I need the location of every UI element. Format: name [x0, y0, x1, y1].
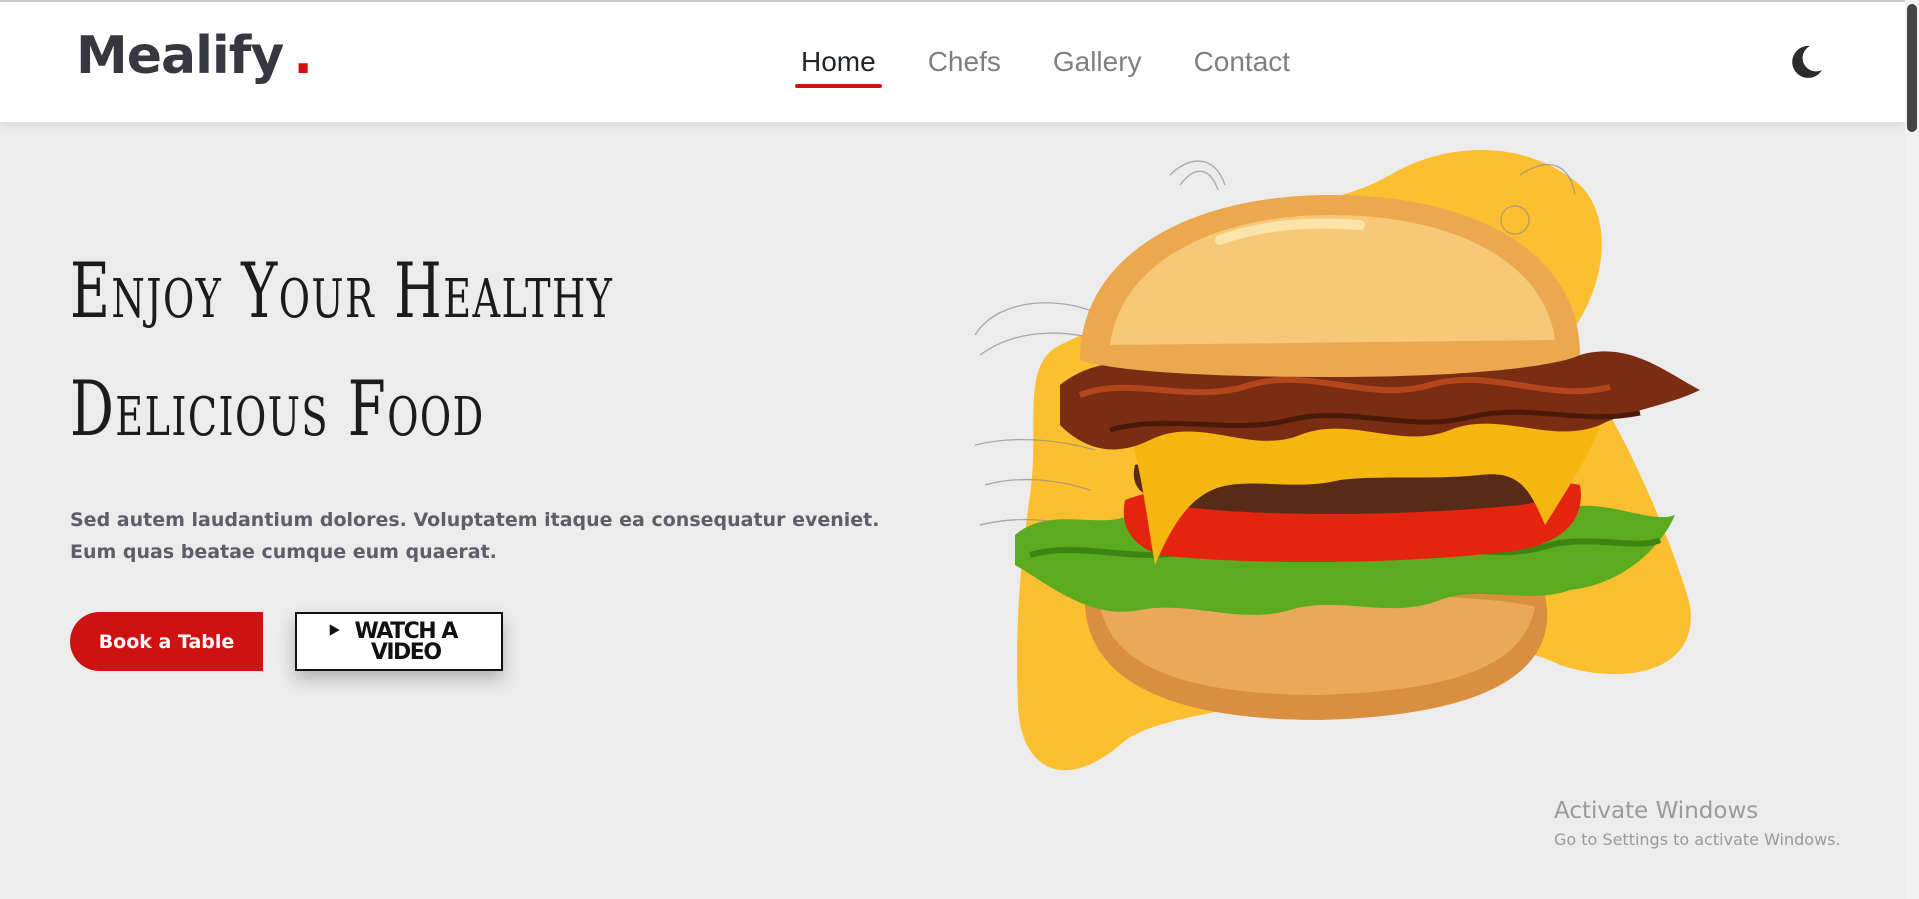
hero-title-line2: Delicious Food	[70, 364, 485, 453]
activate-windows-watermark: Activate Windows Go to Settings to activ…	[1554, 798, 1841, 849]
hero-title: Enjoy Your Healthy Delicious Food	[70, 232, 617, 468]
brand-dot: .	[293, 26, 313, 86]
hero-title-line1: Enjoy Your Healthy	[70, 246, 614, 335]
burger-illustration	[960, 145, 1720, 785]
play-icon	[329, 623, 340, 636]
scrollbar-thumb[interactable]	[1907, 4, 1917, 132]
watch-video-label: WATCH A VIDEO	[354, 618, 459, 665]
site-header: Mealify. Home Chefs Gallery Contact	[0, 2, 1905, 122]
brand-name: Mealify	[76, 26, 284, 86]
page-scrollbar[interactable]	[1905, 0, 1919, 899]
watermark-subtitle: Go to Settings to activate Windows.	[1554, 830, 1841, 849]
watermark-title: Activate Windows	[1554, 798, 1759, 824]
nav-item-home[interactable]: Home	[795, 46, 882, 88]
brand-logo[interactable]: Mealify.	[76, 26, 313, 86]
nav-item-chefs[interactable]: Chefs	[922, 46, 1007, 88]
watch-video-button[interactable]: WATCH A VIDEO	[295, 612, 503, 671]
nav-item-contact[interactable]: Contact	[1188, 46, 1297, 88]
main-nav: Home Chefs Gallery Contact	[795, 46, 1296, 88]
book-table-button[interactable]: Book a Table	[70, 612, 263, 671]
hero-description: Sed autem laudantium dolores. Voluptatem…	[70, 509, 880, 563]
moon-icon[interactable]	[1786, 42, 1826, 82]
nav-item-gallery[interactable]: Gallery	[1047, 46, 1148, 88]
